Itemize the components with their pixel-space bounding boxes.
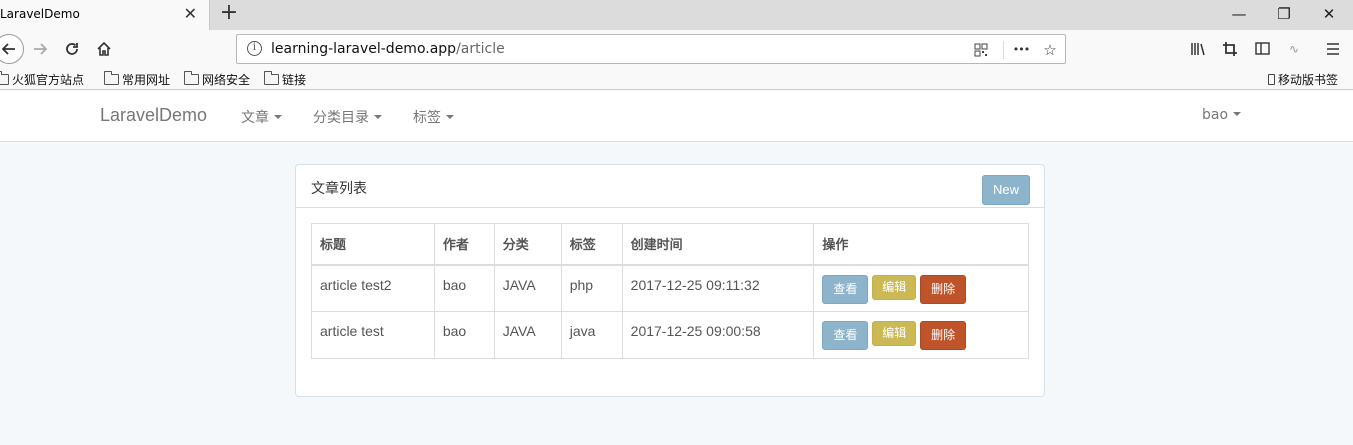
address-bar[interactable]: i learning-laravel-demo.app/article ••• … <box>236 34 1066 64</box>
bookmark-label: 火狐官方站点 <box>12 73 85 87</box>
tab-title: LaravelDemo <box>0 7 80 21</box>
folder-icon <box>104 71 119 85</box>
column-header: 标题 <box>311 223 435 266</box>
url-host: learning-laravel-demo.app <box>271 41 457 57</box>
edit-button[interactable]: 编辑 <box>872 274 917 300</box>
brand-logo[interactable]: LaravelDemo <box>100 105 207 126</box>
reload-icon[interactable] <box>58 35 86 63</box>
browser-toolbar: i learning-laravel-demo.app/article ••• … <box>0 30 1353 68</box>
cell-tag: php <box>560 264 623 312</box>
qr-code-icon[interactable] <box>971 40 991 60</box>
delete-button[interactable]: 删除 <box>920 321 967 350</box>
sync-icon[interactable]: ∿ <box>1284 39 1304 59</box>
cell-author: bao <box>433 311 495 359</box>
folder-icon <box>184 71 199 85</box>
cell-created: 2017-12-25 09:00:58 <box>621 311 815 359</box>
tab-close-icon[interactable]: ✕ <box>184 5 197 23</box>
browser-tab[interactable]: LaravelDemo ✕ <box>0 0 210 30</box>
bookmark-item[interactable]: 火狐官方站点 <box>0 71 84 88</box>
table-header-row: 标题 作者 分类 标签 创建时间 操作 <box>311 223 1029 266</box>
mobile-icon <box>1268 74 1275 85</box>
column-header: 操作 <box>813 223 1029 266</box>
mobile-bookmarks[interactable]: 移动版书签 <box>1268 71 1338 88</box>
table-row: article test bao JAVA java 2017-12-25 09… <box>311 311 1029 359</box>
table-row: article test2 bao JAVA php 2017-12-25 09… <box>311 264 1029 312</box>
url-path: /article <box>456 41 505 57</box>
panel-heading: 文章列表 New <box>296 165 1044 208</box>
cell-category: JAVA <box>493 311 562 359</box>
cell-created: 2017-12-25 09:11:32 <box>621 264 815 312</box>
bookmark-item[interactable]: 网络安全 <box>184 71 250 88</box>
url-text[interactable]: learning-laravel-demo.app/article <box>271 41 505 57</box>
new-article-button[interactable]: New <box>982 175 1030 205</box>
folder-icon <box>0 71 9 85</box>
edit-button[interactable]: 编辑 <box>872 321 917 346</box>
sidebar-icon[interactable] <box>1252 39 1272 59</box>
column-header: 作者 <box>433 223 495 266</box>
view-button[interactable]: 查看 <box>822 321 869 350</box>
cell-author: bao <box>433 264 495 312</box>
column-header: 标签 <box>560 223 623 266</box>
menu-tags[interactable]: 标签 <box>413 107 454 127</box>
menu-icon[interactable] <box>1323 39 1343 59</box>
column-header: 创建时间 <box>621 223 815 266</box>
caret-down-icon <box>274 115 282 119</box>
new-tab-button[interactable]: + <box>218 2 240 26</box>
caret-down-icon <box>1233 112 1242 116</box>
menu-articles[interactable]: 文章 <box>241 107 282 127</box>
articles-table: 标题 作者 分类 标签 创建时间 操作 article test2 bao JA… <box>311 223 1029 359</box>
library-icon[interactable] <box>1188 39 1208 59</box>
site-info-icon[interactable]: i <box>247 41 262 56</box>
menu-label: 分类目录 <box>313 110 369 126</box>
app-navbar: LaravelDemo 文章 分类目录 标签 bao <box>0 91 1353 142</box>
bookmark-item[interactable]: 链接 <box>264 71 306 88</box>
view-button[interactable]: 查看 <box>822 274 869 304</box>
caret-down-icon <box>374 115 382 119</box>
cell-title: article test <box>311 311 435 359</box>
bookmarks-bar: 火狐官方站点 常用网址 网络安全 链接 移动版书签 <box>0 68 1353 90</box>
url-separator <box>1003 41 1004 59</box>
user-menu[interactable]: bao <box>1202 107 1242 123</box>
menu-categories[interactable]: 分类目录 <box>313 107 382 127</box>
caret-down-icon <box>446 115 454 119</box>
screenshot-icon[interactable] <box>1220 39 1240 59</box>
back-icon[interactable] <box>0 34 24 64</box>
cell-actions: 查看 编辑 删除 <box>813 264 1029 312</box>
cell-category: JAVA <box>493 264 562 312</box>
bookmark-label: 常用网址 <box>122 73 171 87</box>
folder-icon <box>264 71 279 85</box>
column-header: 分类 <box>493 223 562 266</box>
bookmark-label: 链接 <box>282 73 307 87</box>
home-icon[interactable] <box>90 35 118 63</box>
delete-button[interactable]: 删除 <box>920 274 967 304</box>
cell-actions: 查看 编辑 删除 <box>813 311 1029 359</box>
forward-icon[interactable] <box>26 35 54 63</box>
bookmark-item[interactable]: 常用网址 <box>104 71 170 88</box>
minimize-icon[interactable]: — <box>1228 4 1250 26</box>
menu-label: 标签 <box>413 110 441 126</box>
articles-panel: 文章列表 New 标题 作者 分类 标签 创建时间 操作 article tes… <box>295 164 1045 397</box>
page-actions-icon[interactable]: ••• <box>1011 40 1031 60</box>
bookmark-label: 网络安全 <box>202 73 251 87</box>
cell-title: article test2 <box>311 264 435 312</box>
cell-tag: java <box>560 311 623 359</box>
window-close-icon[interactable]: ✕ <box>1318 4 1340 26</box>
menu-label: 文章 <box>241 110 269 126</box>
browser-tab-bar: LaravelDemo ✕ + — ❐ ✕ <box>0 0 1353 30</box>
mobile-bookmarks-label: 移动版书签 <box>1278 73 1339 87</box>
bookmark-star-icon[interactable]: ☆ <box>1040 40 1060 60</box>
restore-icon[interactable]: ❐ <box>1273 4 1295 26</box>
user-name: bao <box>1202 107 1229 123</box>
panel-title: 文章列表 <box>311 181 367 197</box>
